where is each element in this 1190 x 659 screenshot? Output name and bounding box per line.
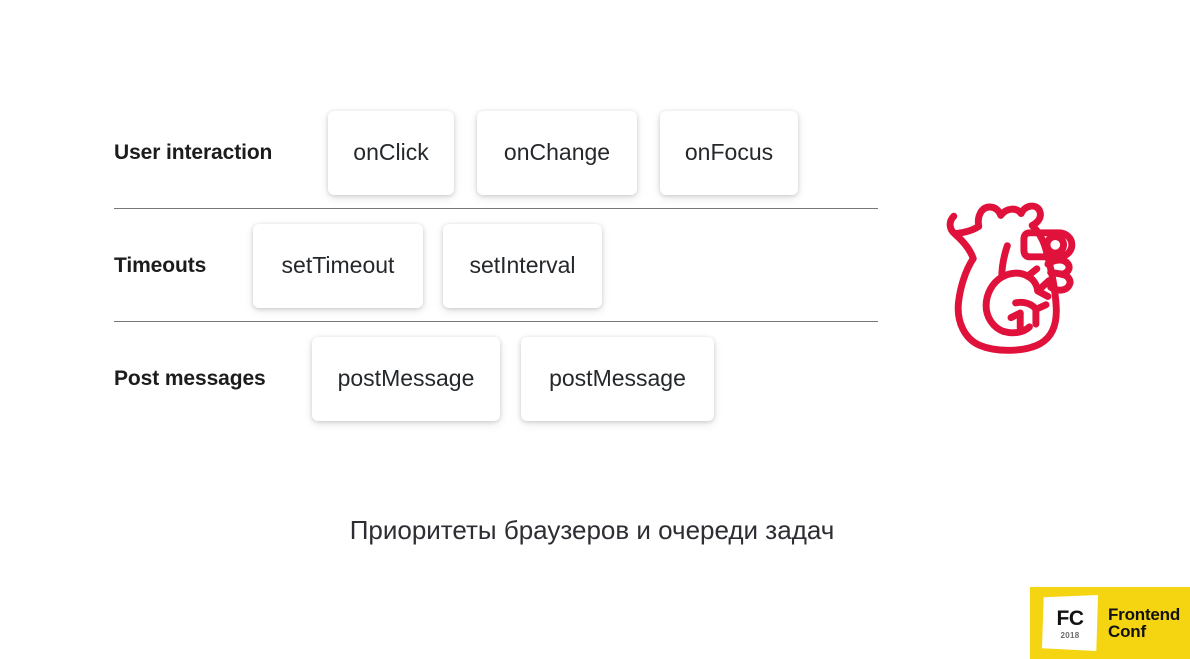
card-postmessage-1[interactable]: postMessage (312, 336, 500, 421)
slide-canvas: User interaction onClick onChange onFocu… (0, 0, 1190, 659)
row-timeouts: Timeouts setTimeout setInterval (114, 209, 878, 322)
task-source-rows: User interaction onClick onChange onFocu… (114, 96, 878, 435)
card-onfocus[interactable]: onFocus (660, 110, 798, 195)
card-group-user-interaction: onClick onChange onFocus (328, 110, 798, 195)
slide-caption-text: Приоритеты браузеров и очереди задач (349, 515, 835, 545)
logo-year-text: 2018 (1060, 631, 1080, 640)
logo-wordmark: Frontend Conf (1108, 604, 1181, 641)
logo-fc-text: FC (1056, 607, 1085, 630)
slide-caption: Приоритеты браузеров и очереди задач (0, 515, 1190, 546)
card-postmessage-2[interactable]: postMessage (521, 336, 714, 421)
frontend-conf-logo: FC 2018 Frontend Conf (1030, 587, 1190, 659)
row-post-messages: Post messages postMessage postMessage (114, 322, 878, 435)
row-label-user-interaction: User interaction (114, 140, 273, 164)
row-user-interaction: User interaction onClick onChange onFocu… (114, 96, 878, 209)
card-group-post-messages: postMessage postMessage (312, 336, 714, 421)
card-onchange[interactable]: onChange (477, 110, 637, 195)
row-label-timeouts: Timeouts (114, 253, 207, 277)
card-group-timeouts: setTimeout setInterval (253, 223, 602, 308)
logo-wordmark-line1: Frontend (1108, 604, 1181, 624)
card-settimeout[interactable]: setTimeout (253, 223, 423, 308)
logo-wordmark-line2: Conf (1108, 622, 1146, 641)
card-onclick[interactable]: onClick (328, 110, 454, 195)
logo-mark-fc: FC 2018 (1042, 595, 1098, 651)
anatomical-heart-icon (928, 192, 1094, 364)
row-label-post-messages: Post messages (114, 366, 266, 390)
card-setinterval[interactable]: setInterval (443, 223, 602, 308)
